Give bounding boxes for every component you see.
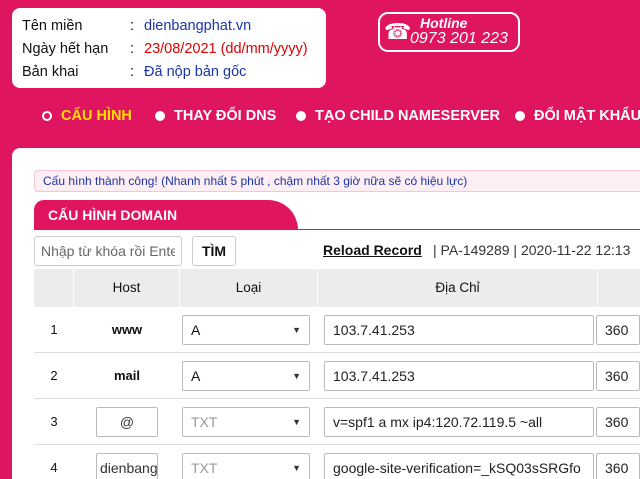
search-input[interactable] — [34, 236, 182, 266]
record-type-select[interactable]: TXT ▼ — [182, 453, 310, 479]
address-input[interactable]: 103.7.41.253 — [324, 315, 594, 345]
nav-item-change-password[interactable]: ĐỔI MẬT KHẨU — [515, 108, 640, 124]
record-meta: | PA-149289 | 2020-11-22 12:13 — [433, 242, 631, 258]
row-index: 1 — [50, 322, 58, 337]
copy-status-row: Bản khai : Đã nộp bản gốc — [22, 60, 316, 83]
record-type-select[interactable]: A ▼ — [182, 361, 310, 391]
expiry-label: Ngày hết hạn — [22, 40, 109, 57]
table-row: 4 dienbangphat TXT ▼ google-site-verific… — [34, 445, 640, 479]
ttl-input[interactable]: 360 — [596, 407, 640, 437]
record-type-value: TXT — [191, 460, 218, 476]
colon: : — [130, 40, 135, 57]
hotline-number: 0973 201 223 — [410, 30, 508, 47]
ttl-input[interactable]: 360 — [596, 315, 640, 345]
radio-dot-icon — [296, 111, 306, 121]
table-row: 3 @ TXT ▼ v=spf1 a mx ip4:120.72.119.5 ~… — [34, 399, 640, 445]
chevron-down-icon: ▼ — [292, 371, 301, 381]
column-header-ttl — [598, 269, 640, 307]
table-header: Host Loại Địa Chỉ — [34, 269, 640, 307]
record-type-value: TXT — [191, 414, 218, 430]
record-type-select[interactable]: TXT ▼ — [182, 407, 310, 437]
phone-icon: ☎ — [384, 19, 412, 44]
domain-name-value: dienbangphat.vn — [144, 17, 252, 34]
table-row: 1 www A ▼ 103.7.41.253 360 — [34, 307, 640, 353]
ttl-input[interactable]: 360 — [596, 453, 640, 479]
nav-item-label: TẠO CHILD NAMESERVER — [315, 108, 501, 124]
hotline-badge[interactable]: ☎ Hotline 0973 201 223 — [378, 12, 520, 52]
column-header-address: Địa Chỉ — [318, 269, 598, 307]
radio-dot-icon — [515, 111, 525, 121]
row-index: 2 — [50, 368, 58, 383]
record-type-value: A — [191, 368, 201, 384]
nav-item-label: CẤU HÌNH — [61, 108, 132, 124]
record-type-value: A — [191, 322, 201, 338]
expiry-value: 23/08/2021 (dd/mm/yyyy) — [144, 40, 308, 57]
domain-name-label: Tên miền — [22, 17, 83, 34]
reload-record-link[interactable]: Reload Record — [323, 242, 422, 258]
domain-nav: CẤU HÌNH THAY ĐỔI DNS TẠO CHILD NAMESERV… — [0, 98, 640, 136]
chevron-down-icon: ▼ — [292, 417, 301, 427]
address-input[interactable]: 103.7.41.253 — [324, 361, 594, 391]
ttl-input[interactable]: 360 — [596, 361, 640, 391]
nav-item-config[interactable]: CẤU HÌNH — [42, 108, 132, 124]
chevron-down-icon: ▼ — [292, 463, 301, 473]
copy-status-value: Đã nộp bản gốc — [144, 63, 247, 80]
table-row: 2 mail A ▼ 103.7.41.253 360 — [34, 353, 640, 399]
row-host: www — [111, 322, 143, 337]
search-button[interactable]: TÌM — [192, 236, 236, 266]
row-host: mail — [113, 368, 140, 383]
radio-dot-icon — [155, 111, 165, 121]
domain-name-row: Tên miền : dienbangphat.vn — [22, 14, 316, 37]
hotline-title: Hotline — [420, 15, 468, 31]
host-input[interactable]: dienbangphat — [96, 453, 158, 479]
section-divider — [34, 229, 640, 230]
address-input[interactable]: google-site-verification=_kSQ03sSRGfo — [324, 453, 594, 479]
column-header-host: Host — [74, 269, 180, 307]
radio-dot-icon — [42, 111, 52, 121]
section-title: CẤU HÌNH DOMAIN — [34, 200, 298, 230]
nav-item-label: THAY ĐỔI DNS — [174, 108, 277, 124]
copy-status-label: Bản khai — [22, 63, 79, 80]
record-type-select[interactable]: A ▼ — [182, 315, 310, 345]
colon: : — [130, 17, 135, 34]
nav-item-child-nameserver[interactable]: TẠO CHILD NAMESERVER — [296, 108, 500, 124]
content-panel: Cấu hình thành công! (Nhanh nhất 5 phút … — [12, 148, 640, 479]
row-index: 3 — [50, 414, 58, 429]
column-header-index — [34, 269, 74, 307]
expiry-row: Ngày hết hạn : 23/08/2021 (dd/mm/yyyy) — [22, 37, 316, 60]
host-input[interactable]: @ — [96, 407, 158, 437]
chevron-down-icon: ▼ — [292, 325, 301, 335]
domain-info-card: Tên miền : dienbangphat.vn Ngày hết hạn … — [12, 8, 326, 88]
nav-item-label: ĐỔI MẬT KHẨU — [534, 108, 640, 124]
colon: : — [130, 63, 135, 80]
row-index: 4 — [50, 460, 58, 475]
column-header-type: Loại — [180, 269, 318, 307]
nav-item-change-dns[interactable]: THAY ĐỔI DNS — [155, 108, 276, 124]
address-input[interactable]: v=spf1 a mx ip4:120.72.119.5 ~all — [324, 407, 594, 437]
success-alert: Cấu hình thành công! (Nhanh nhất 5 phút … — [34, 170, 640, 192]
